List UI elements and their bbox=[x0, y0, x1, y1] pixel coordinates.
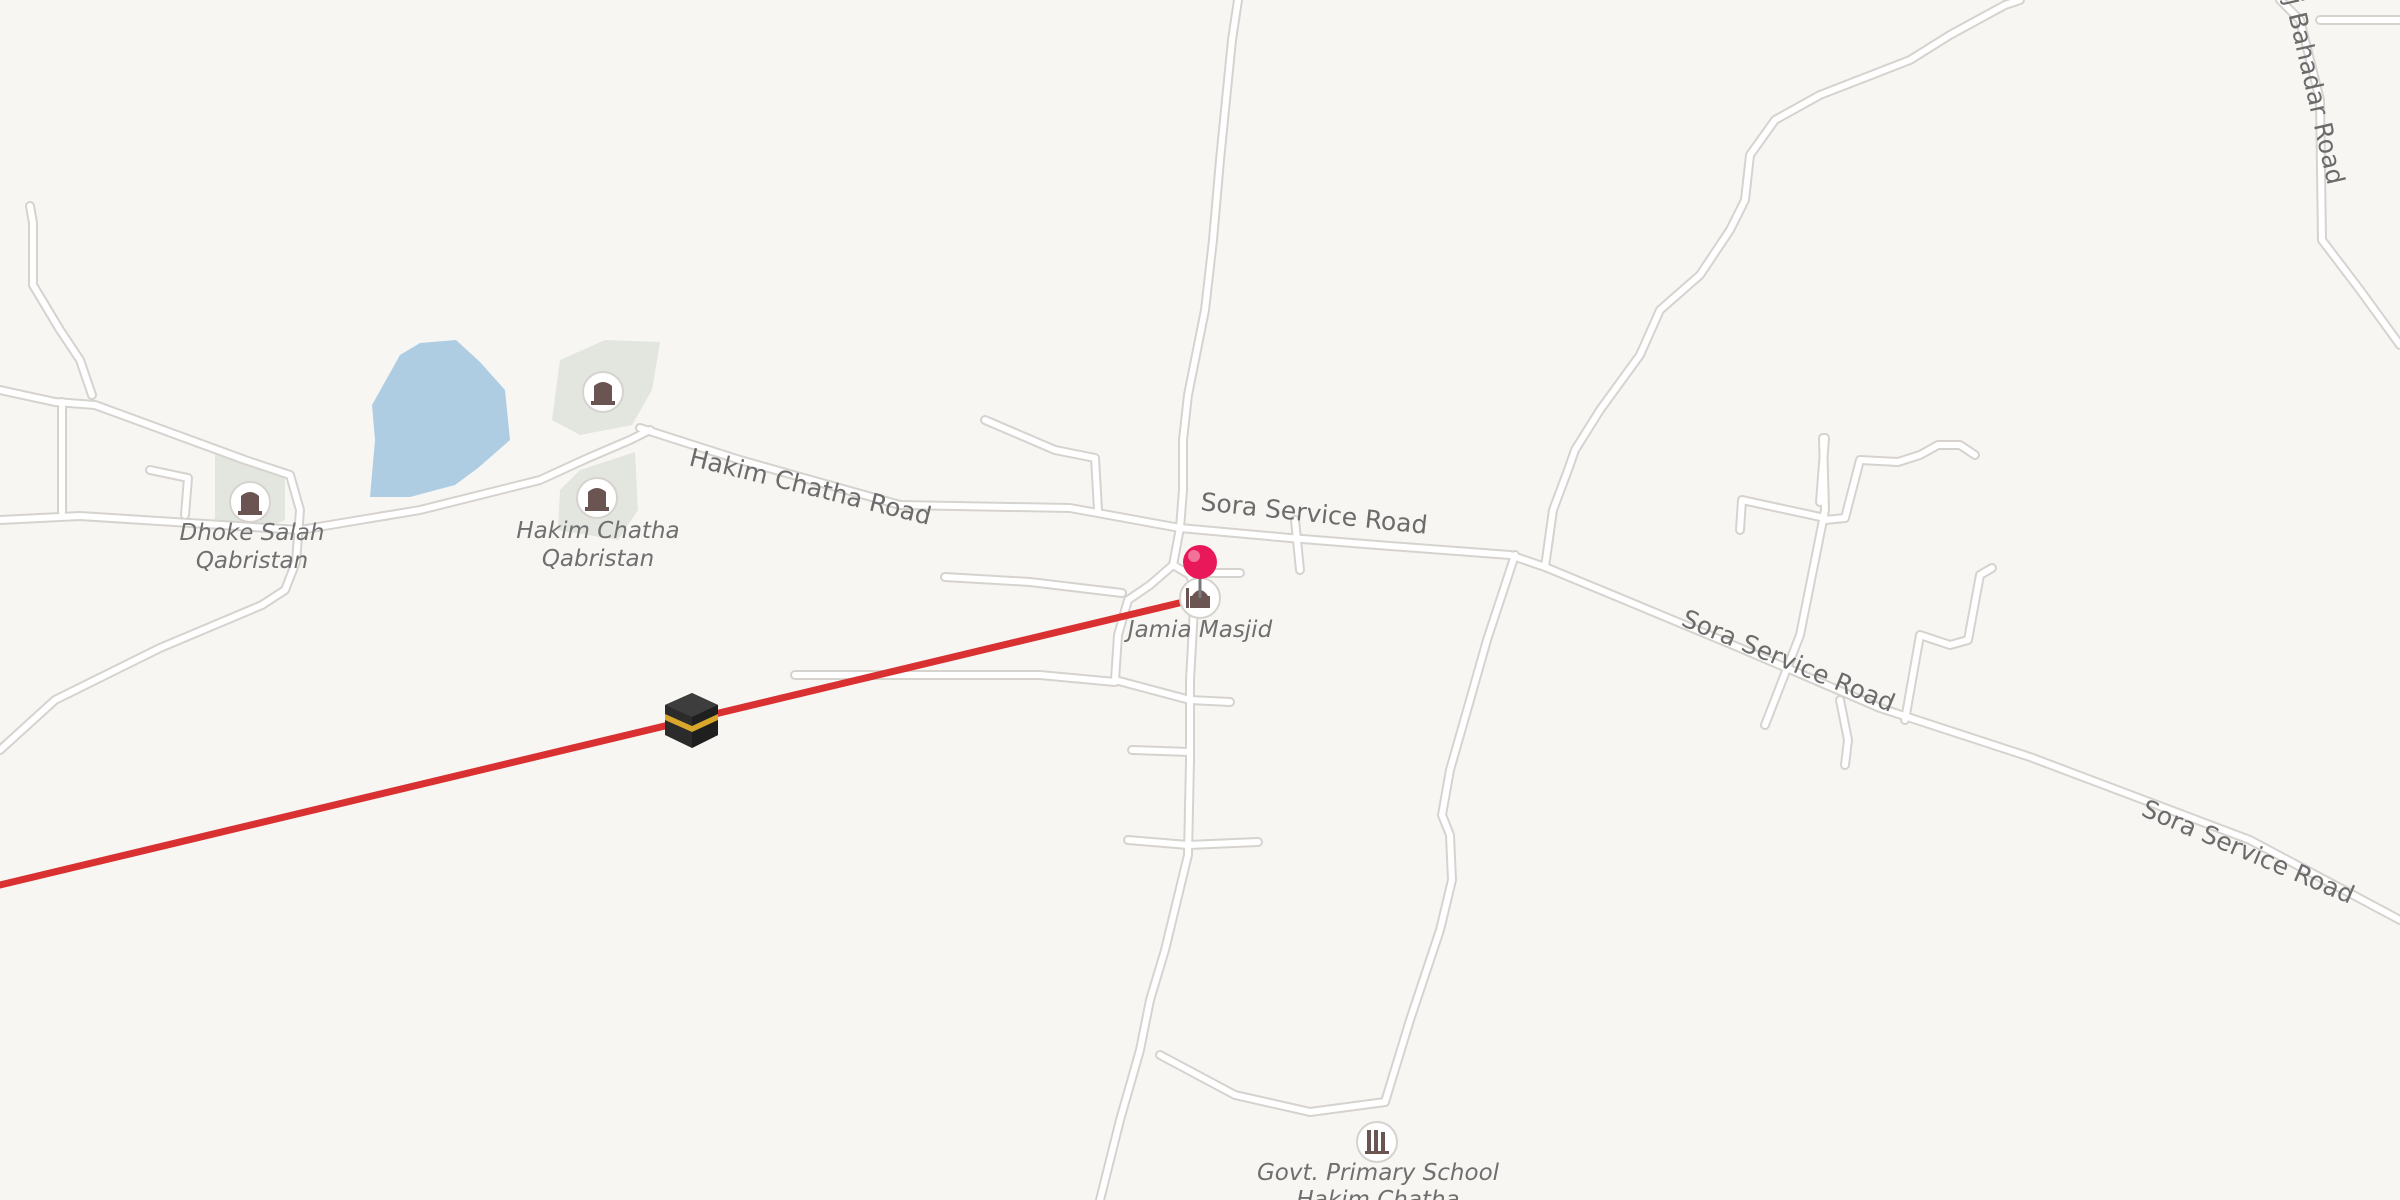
road-labels: Hakim Chatha Road Sora Service Road Sora… bbox=[687, 0, 2359, 910]
poi-label-dhoke-salah-line2: Qabristan bbox=[196, 548, 308, 574]
road-label-bahadar: j Bahadar Road bbox=[2279, 0, 2350, 187]
poi-label-school-line1: Govt. Primary School bbox=[1257, 1160, 1500, 1186]
poi-label-hakim-chatha-line1: Hakim Chatha bbox=[516, 518, 679, 544]
road-label-hakim-chatha: Hakim Chatha Road bbox=[687, 443, 935, 531]
cemetery-icon bbox=[576, 477, 618, 519]
poi-label-school-line2: Hakim Chatha bbox=[1296, 1187, 1459, 1200]
road-label-sora-service-3: Sora Service Road bbox=[2138, 794, 2359, 910]
school-icon bbox=[1356, 1121, 1398, 1163]
pond bbox=[370, 340, 510, 497]
poi-dhoke-salah-qabristan[interactable]: Dhoke Salah Qabristan bbox=[180, 481, 325, 574]
map-canvas[interactable]: Hakim Chatha Road Sora Service Road Sora… bbox=[0, 0, 2400, 1200]
cemetery-icon bbox=[229, 481, 271, 523]
poi-hakim-chatha-qabristan[interactable]: Hakim Chatha Qabristan bbox=[516, 477, 680, 572]
poi-label-jamia-masjid: Jamia Masjid bbox=[1124, 617, 1273, 643]
poi-label-dhoke-salah-line1: Dhoke Salah bbox=[180, 520, 325, 546]
poi-govt-primary-school[interactable]: Govt. Primary School Hakim Chatha bbox=[1257, 1121, 1500, 1200]
cemetery-icon bbox=[582, 371, 624, 413]
poi-hakim-chatha-qabristan-north[interactable] bbox=[582, 371, 624, 413]
poi-label-hakim-chatha-line2: Qabristan bbox=[542, 546, 654, 572]
kaaba-icon bbox=[665, 693, 718, 748]
road-label-sora-service-2: Sora Service Road bbox=[1678, 604, 1900, 718]
